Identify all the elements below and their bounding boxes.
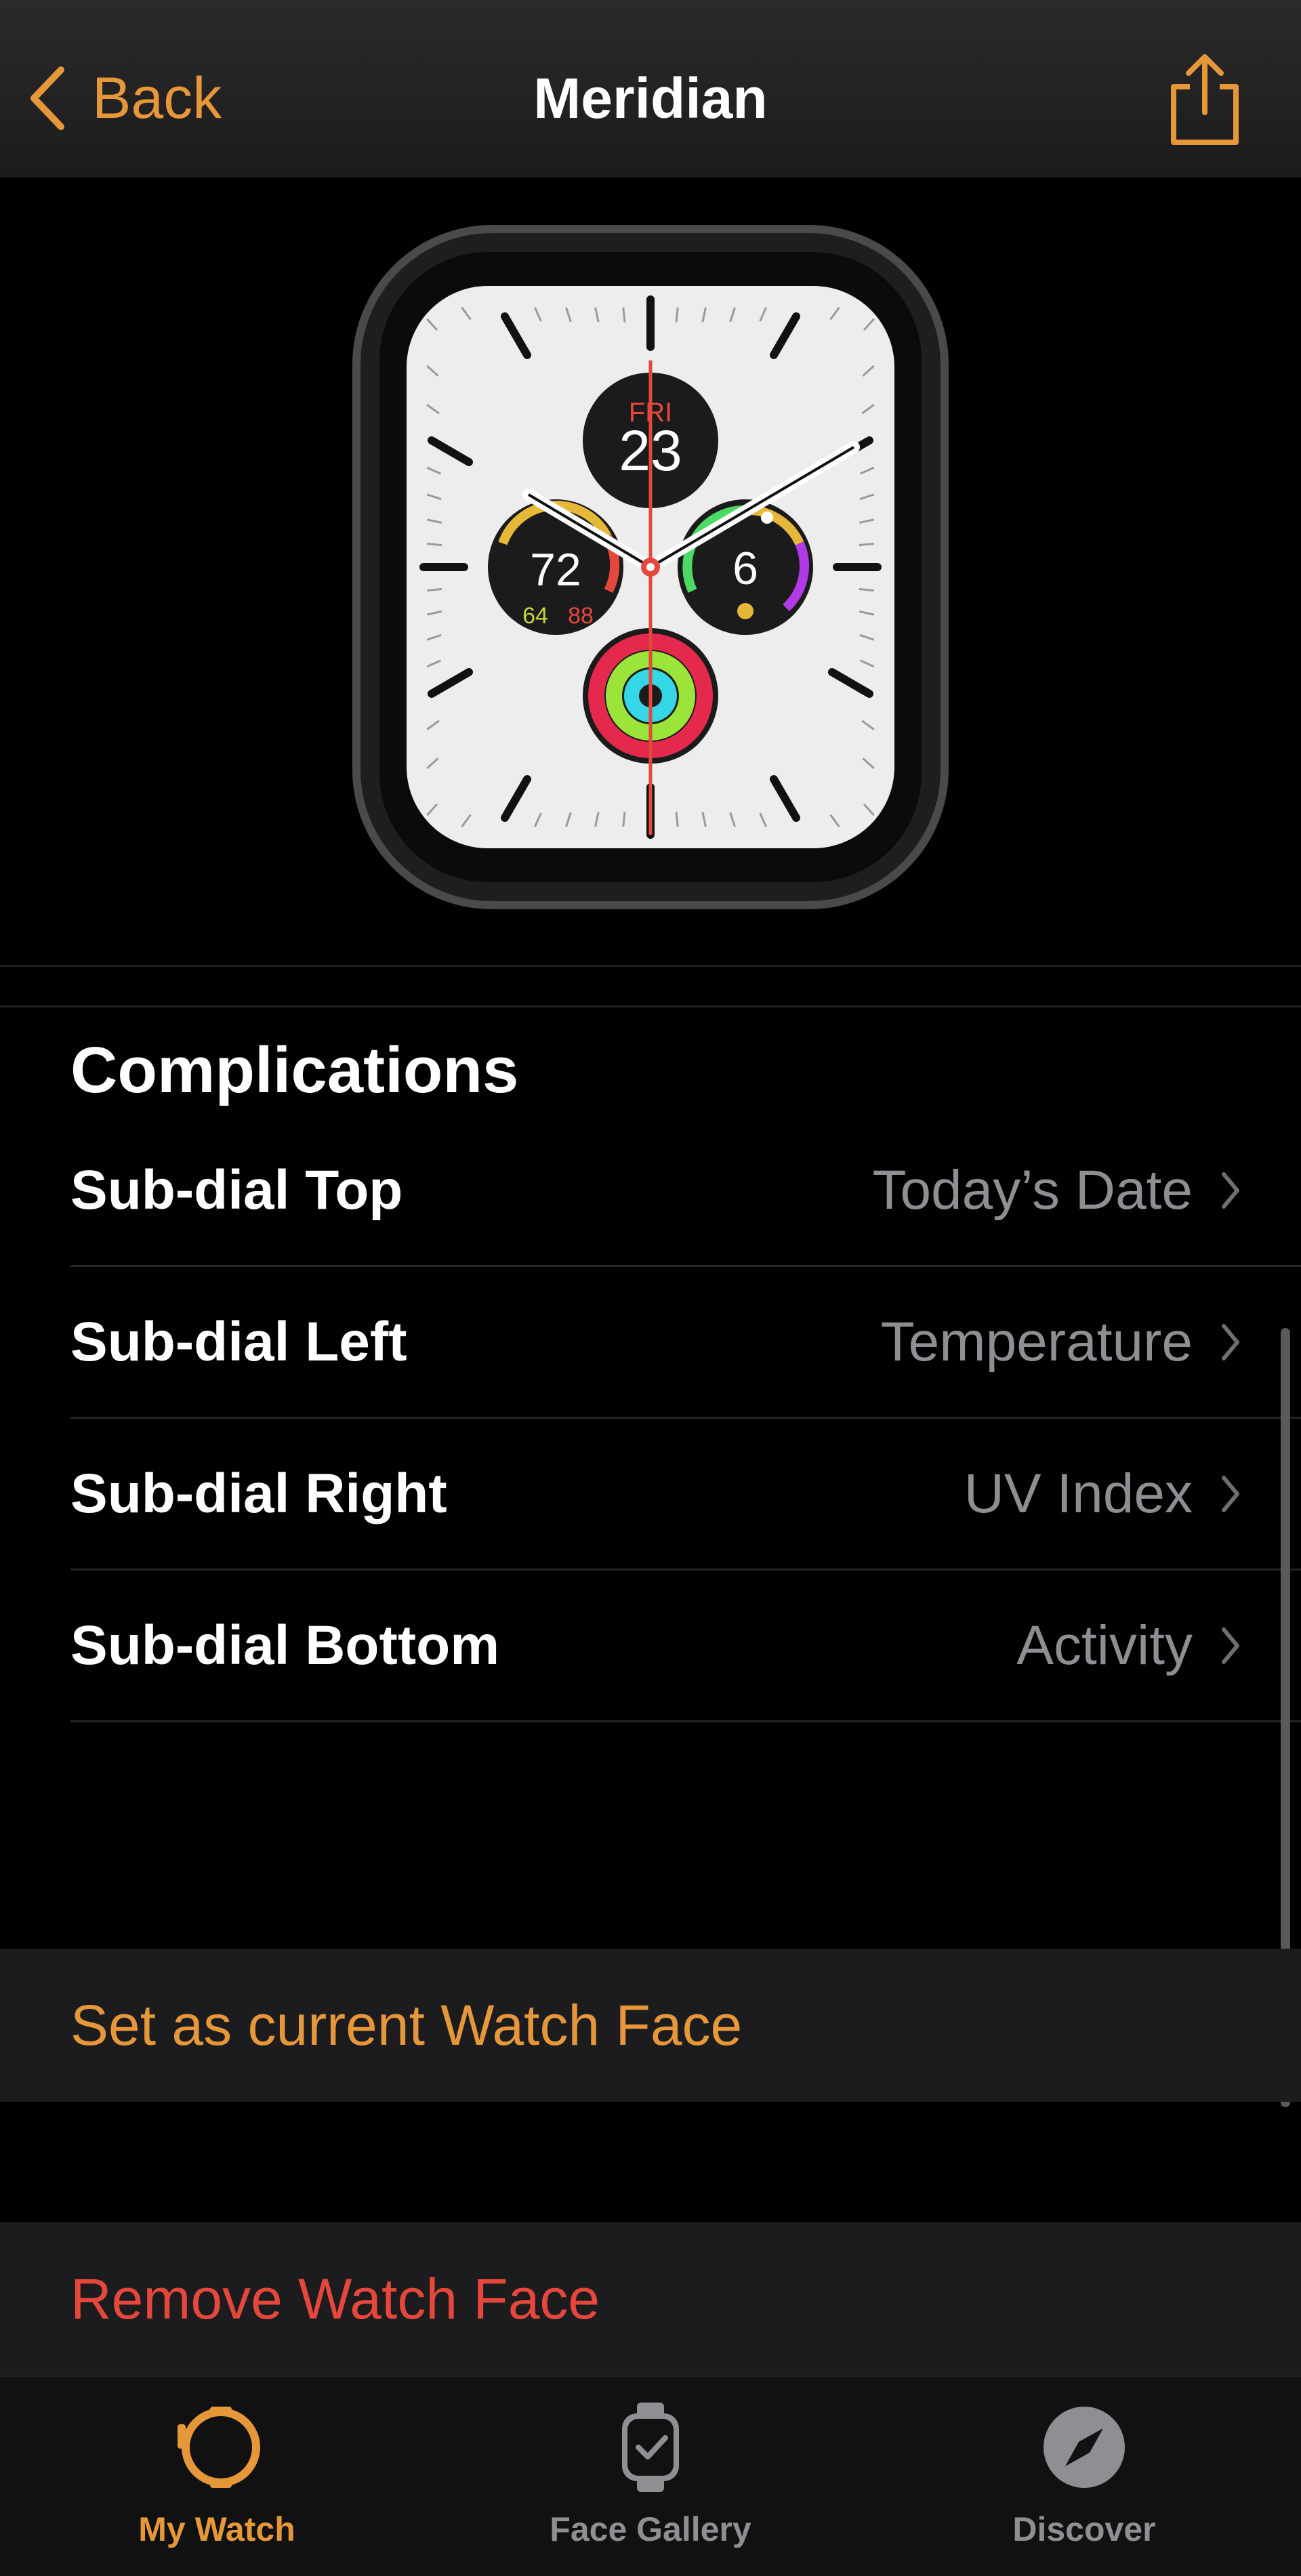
row-label: Sub-dial Left [70,1310,407,1373]
share-icon[interactable] [1167,53,1243,148]
set-current-watch-face-button[interactable]: Set as current Watch Face [0,1949,1301,2102]
watch-face-image: FRI 23 72 64 88 6 [352,225,949,909]
row-label: Sub-dial Top [70,1159,403,1221]
sub-dial-right-row[interactable]: Sub-dial Right UV Index [70,1419,1301,1571]
watch-icon [178,2407,260,2488]
chevron-right-icon [1222,1627,1239,1664]
row-label: Sub-dial Bottom [70,1614,500,1676]
watch-face-preview: FRI 23 72 64 88 6 [0,178,1301,963]
watch-face-icon [622,2403,679,2492]
row-value: UV Index [964,1462,1193,1524]
sub-dial-top-row[interactable]: Sub-dial Top Today’s Date [70,1115,1301,1267]
tab-label: Discover [1012,2510,1156,2548]
temp-low: 64 [522,603,548,629]
separator [0,1005,1301,1007]
separator [0,965,1301,967]
row-value: Activity [1016,1614,1193,1676]
page-title: Meridian [533,66,768,130]
row-value: Temperature [880,1310,1193,1373]
sub-dial-temperature: 72 [530,544,581,596]
row-label: Sub-dial Right [70,1462,447,1524]
row-value: Today’s Date [872,1159,1193,1221]
complications-header: Complications [70,1034,519,1106]
temp-high: 88 [568,603,594,629]
tab-discover[interactable]: Discover [867,2377,1301,2576]
navigation-bar: Back Meridian [0,0,1301,178]
tab-my-watch[interactable]: My Watch [0,2377,434,2576]
sub-dial-uv: 6 [732,543,758,594]
tab-label: Face Gallery [550,2510,751,2548]
sub-dial-left-row[interactable]: Sub-dial Left Temperature [70,1267,1301,1419]
chevron-right-icon [1222,1475,1239,1512]
tab-bar: My Watch Face Gallery Discover [0,2375,1301,2576]
tab-label: My Watch [138,2510,295,2548]
sub-dial-bottom-row[interactable]: Sub-dial Bottom Activity [70,1571,1301,1722]
tab-face-gallery[interactable]: Face Gallery [434,2377,867,2576]
compass-icon [1044,2407,1125,2488]
chevron-right-icon [1222,1323,1239,1360]
chevron-right-icon [1222,1171,1239,1209]
remove-watch-face-button[interactable]: Remove Watch Face [0,2222,1301,2375]
